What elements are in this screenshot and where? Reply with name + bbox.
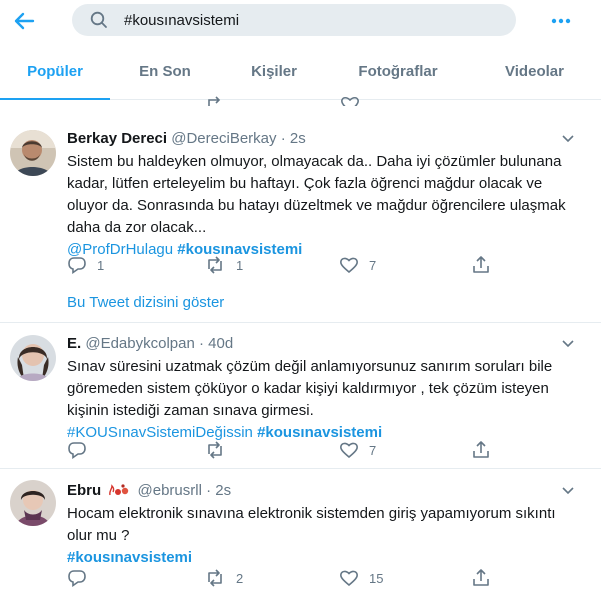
retweet-count: 1 — [236, 257, 244, 273]
reply-button[interactable]: 1 — [67, 254, 104, 276]
caret-down-icon[interactable] — [560, 133, 576, 145]
like-icon — [340, 257, 358, 274]
like-button[interactable]: 15 — [339, 567, 383, 589]
tweet-header: E. @Edabykcolpan · 40d — [67, 335, 233, 352]
share-button[interactable] — [471, 567, 491, 589]
display-name[interactable]: E. — [67, 335, 81, 352]
separator-dot: · — [280, 130, 286, 147]
tweet-actions: 2 15 — [67, 567, 497, 589]
avatar[interactable] — [10, 335, 56, 381]
like-icon — [340, 442, 358, 459]
back-button[interactable] — [10, 8, 38, 34]
caret-down-icon[interactable] — [560, 485, 576, 497]
avatar[interactable] — [10, 130, 56, 176]
like-button[interactable]: 7 — [339, 439, 376, 461]
like-button[interactable]: 7 — [339, 254, 376, 276]
like-count: 7 — [369, 442, 377, 458]
user-handle[interactable]: @DereciBerkay — [171, 130, 276, 147]
more-icon — [551, 18, 571, 24]
retweet-icon — [208, 96, 221, 106]
tweet-text-line: daha da zor olacak... — [67, 219, 207, 236]
avatar[interactable] — [10, 480, 56, 526]
tweet[interactable]: Ebru @ebrusrll · 2s Hocam elektronik sın… — [0, 470, 601, 601]
like-icon — [341, 96, 359, 106]
share-button[interactable] — [471, 439, 491, 461]
user-handle[interactable]: @Edabykcolpan — [85, 335, 194, 352]
separator-dot: · — [206, 482, 212, 499]
like-icon — [340, 570, 358, 587]
reply-count: 1 — [97, 257, 105, 273]
tweet-text-line: kadar, lütfen erteleyelim bu haftayı. Ço… — [67, 175, 543, 192]
share-icon — [473, 569, 489, 586]
search-input[interactable]: #kousınavsistemi — [124, 12, 239, 29]
tweet-text-line: göremeden sistem çöküyor o kadar kişiyi … — [67, 380, 549, 397]
reply-icon — [68, 570, 86, 587]
display-name[interactable]: Ebru — [67, 482, 101, 499]
timestamp[interactable]: 2s — [290, 130, 306, 147]
hashtag-link[interactable]: #kousınavsistemi — [67, 549, 192, 566]
tweet-text: Hocam elektronik sınavına elektronik sis… — [67, 503, 567, 569]
tweet[interactable]: E. @Edabykcolpan · 40d Sınav süresini uz… — [0, 323, 601, 469]
retweet-button[interactable]: 2 — [204, 567, 243, 589]
tweet-text-line: olur mu ? — [67, 527, 130, 544]
tweet-text: Sistem bu haldeyken olmuyor, olmayacak d… — [67, 151, 567, 261]
search-icon — [90, 11, 107, 28]
tweet-text-line: Hocam elektronik sınavına elektronik sis… — [67, 505, 556, 522]
more-button[interactable] — [548, 10, 574, 32]
tweet-text-line: oluyor da. Sonrasında bu hatayı düzeltme… — [67, 197, 566, 214]
back-arrow-icon — [14, 12, 35, 30]
separator-dot: · — [199, 335, 204, 352]
tweet-header: Berkay Dereci @DereciBerkay · 2s — [67, 130, 306, 147]
search-box[interactable]: #kousınavsistemi — [72, 4, 516, 36]
reply-icon — [68, 442, 86, 459]
user-handle[interactable]: @ebrusrll — [138, 482, 202, 499]
retweet-icon — [208, 441, 222, 459]
retweet-icon — [208, 569, 222, 587]
tweet-actions: 7 — [67, 439, 497, 461]
caret-down-icon[interactable] — [560, 338, 576, 350]
timestamp[interactable]: 40d — [208, 335, 233, 352]
flame-icon — [109, 484, 129, 496]
retweet-button[interactable] — [204, 439, 236, 461]
retweet-icon — [208, 256, 222, 274]
avatar-image — [10, 130, 56, 176]
timestamp[interactable]: 2s — [215, 482, 231, 499]
like-count: 7 — [369, 257, 377, 273]
retweet-button[interactable]: 1 — [204, 254, 243, 276]
retweet-count: 2 — [236, 570, 244, 586]
show-thread-link[interactable]: Bu Tweet dizisini göster — [67, 294, 224, 311]
tweet-actions: 1 1 7 — [67, 254, 497, 276]
reply-button[interactable] — [67, 439, 97, 461]
avatar-image — [10, 335, 56, 381]
tweet-header: Ebru @ebrusrll · 2s — [67, 482, 231, 499]
tweet-text-line: Sınav süresini uzatmak çözüm değil anlam… — [67, 358, 553, 375]
reply-icon — [68, 257, 86, 274]
tweet-text-line: Sistem bu haldeyken olmuyor, olmayacak d… — [67, 153, 562, 170]
avatar-image — [10, 480, 56, 526]
display-name[interactable]: Berkay Dereci — [67, 130, 167, 147]
tweet-text-line: kişinin istediği zaman sınava girmesi. — [67, 402, 314, 419]
previous-tweet-actions-partial — [0, 88, 601, 106]
share-button[interactable] — [471, 254, 491, 276]
reply-button[interactable] — [67, 567, 97, 589]
top-bar: #kousınavsistemi — [0, 0, 601, 42]
like-count: 15 — [369, 570, 384, 586]
tweet[interactable]: Berkay Dereci @DereciBerkay · 2s Sistem … — [0, 118, 601, 323]
share-icon — [473, 441, 489, 458]
tweet-text: Sınav süresini uzatmak çözüm değil anlam… — [67, 356, 567, 444]
share-icon — [473, 256, 489, 273]
